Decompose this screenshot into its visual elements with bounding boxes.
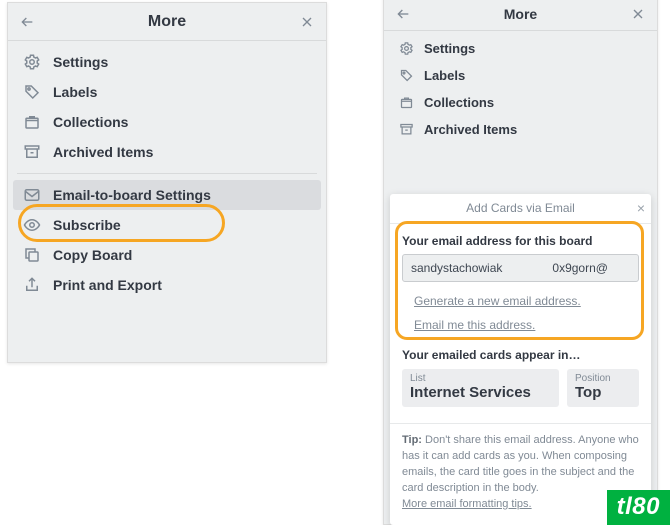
email-to-board-card: Add Cards via Email × Your email address… [390, 194, 651, 525]
panel-titlebar: More [384, 0, 657, 31]
tag-icon [399, 68, 414, 83]
menu-item-label: Print and Export [53, 277, 162, 293]
list-label: List [410, 373, 551, 384]
menu-item-label: Settings [53, 54, 108, 70]
gear-icon [23, 53, 41, 71]
right-menu: Settings Labels Collections Archived Items [384, 31, 657, 147]
tip-label: Tip: [402, 434, 422, 446]
card-title: Add Cards via Email [466, 201, 575, 215]
menu-item-archived[interactable]: Archived Items [389, 116, 652, 143]
email-address-label: Your email address for this board [402, 234, 639, 248]
menu-item-label: Email-to-board Settings [53, 187, 211, 203]
generate-email-link[interactable]: Generate a new email address. [414, 294, 639, 308]
menu-item-label: Archived Items [53, 144, 153, 160]
list-value: Internet Services [410, 384, 551, 401]
position-selector[interactable]: Position Top [567, 369, 639, 407]
list-selector[interactable]: List Internet Services [402, 369, 559, 407]
close-icon[interactable]: × [637, 200, 645, 216]
left-more-panel: More Settings Labels Collections Archived I… [7, 2, 327, 363]
appear-in-label: Your emailed cards appear in… [402, 348, 639, 362]
menu-item-label: Collections [424, 95, 494, 110]
menu-item-label: Copy Board [53, 247, 132, 263]
email-me-link[interactable]: Email me this address. [414, 318, 639, 332]
menu-item-label: Subscribe [53, 217, 121, 233]
menu-item-email[interactable]: Email-to-board Settings [13, 180, 321, 210]
tag-icon [23, 83, 41, 101]
tip-text: Don't share this email address. Anyone w… [402, 434, 639, 494]
menu-item-label: Labels [53, 84, 97, 100]
copy-icon [23, 246, 41, 264]
menu-divider [17, 173, 317, 174]
close-button[interactable] [619, 0, 657, 30]
share-icon [23, 276, 41, 294]
archive-icon [23, 143, 41, 161]
board-email-input[interactable] [402, 254, 639, 282]
menu-item-collections[interactable]: Collections [389, 89, 652, 116]
back-button[interactable] [384, 0, 422, 30]
card-header: Add Cards via Email × [390, 194, 651, 224]
box-icon [399, 95, 414, 110]
position-value: Top [575, 384, 631, 401]
menu-item-settings[interactable]: Settings [13, 47, 321, 77]
menu-item-subscribe[interactable]: Subscribe [13, 210, 321, 240]
menu-item-copy[interactable]: Copy Board [13, 240, 321, 270]
menu-item-archived[interactable]: Archived Items [13, 137, 321, 167]
box-icon [23, 113, 41, 131]
panel-titlebar: More [8, 3, 326, 41]
menu-item-collections[interactable]: Collections [13, 107, 321, 137]
left-menu: Settings Labels Collections Archived Items E… [8, 41, 326, 306]
formatting-tips-link[interactable]: More email formatting tips. [402, 498, 532, 510]
menu-item-label: Archived Items [424, 122, 517, 137]
menu-item-labels[interactable]: Labels [13, 77, 321, 107]
gear-icon [399, 41, 414, 56]
panel-title: More [384, 0, 657, 31]
position-label: Position [575, 373, 631, 384]
menu-item-print[interactable]: Print and Export [13, 270, 321, 300]
close-button[interactable] [288, 3, 326, 40]
menu-item-label: Labels [424, 68, 465, 83]
watermark-badge: tl80 [607, 490, 670, 525]
menu-item-label: Settings [424, 41, 475, 56]
mail-icon [23, 186, 41, 204]
panel-title: More [8, 3, 326, 41]
eye-icon [23, 216, 41, 234]
menu-item-settings[interactable]: Settings [389, 35, 652, 62]
menu-item-label: Collections [53, 114, 128, 130]
menu-item-labels[interactable]: Labels [389, 62, 652, 89]
archive-icon [399, 122, 414, 137]
back-button[interactable] [8, 3, 46, 40]
